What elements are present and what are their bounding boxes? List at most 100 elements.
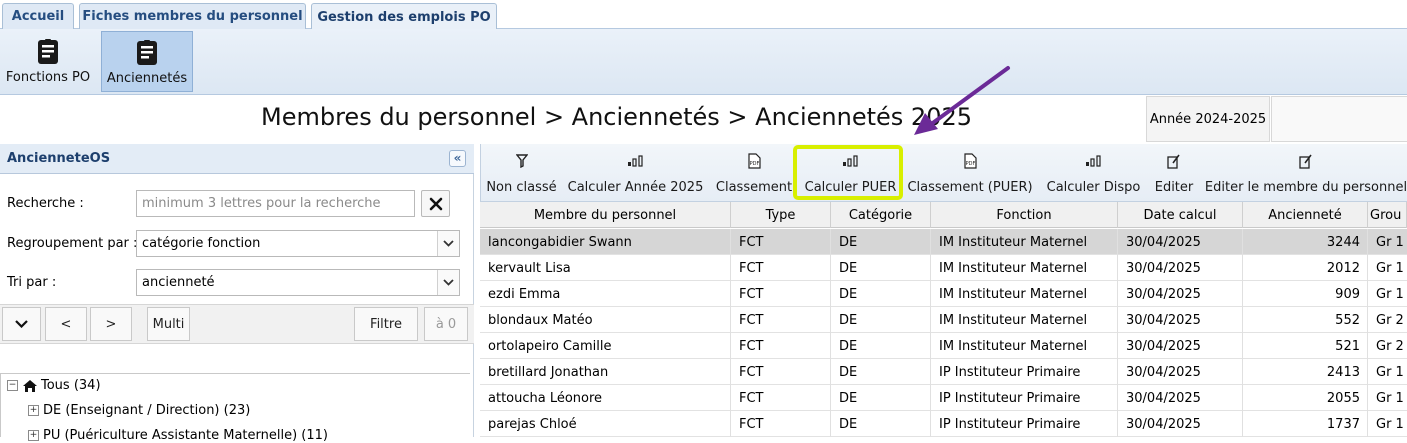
clear-search-button[interactable] bbox=[421, 190, 450, 217]
table-cell: 552 bbox=[1243, 307, 1368, 333]
table-cell: 2413 bbox=[1243, 359, 1368, 385]
editer-membre-button[interactable]: Editer le membre du personnel bbox=[1205, 144, 1407, 202]
calculer-annee-button[interactable]: Calculer Année 2025 bbox=[567, 144, 704, 202]
table-cell: 2012 bbox=[1243, 255, 1368, 281]
column-header[interactable]: Type bbox=[731, 202, 831, 228]
tree-node-label: Tous (34) bbox=[41, 378, 101, 393]
table-row[interactable]: lancongabidier Swann FCT DE IM Instituteur … bbox=[480, 229, 1407, 255]
table-cell: IM Instituteur Maternel bbox=[931, 281, 1118, 307]
table-cell: Gr 2 bbox=[1376, 312, 1404, 328]
tab-gestion-emplois[interactable]: Gestion des emplois PO bbox=[311, 3, 497, 30]
table-cell: 30/04/2025 bbox=[1118, 307, 1243, 333]
svg-text:PDF: PDF bbox=[965, 161, 975, 167]
table-row[interactable]: parejas Chloé FCT DE IP Instituteur Primair… bbox=[480, 411, 1407, 437]
group-select[interactable]: catégorie fonction bbox=[136, 230, 460, 257]
search-label: Recherche : bbox=[7, 196, 84, 211]
tab-accueil[interactable]: Accueil bbox=[2, 3, 74, 29]
calculer-dispo-label: Calculer Dispo bbox=[1046, 180, 1141, 195]
classement-puer-button[interactable]: PDF Classement (PUER) bbox=[907, 144, 1033, 202]
column-header[interactable]: Fonction bbox=[931, 202, 1118, 228]
table-cell: Gr 2 bbox=[1376, 338, 1404, 354]
ribbon-anciennetes-button[interactable]: Anciennetés bbox=[101, 31, 193, 92]
collapse-icon[interactable]: « bbox=[449, 150, 466, 167]
previous-button[interactable]: < bbox=[45, 307, 87, 341]
expand-toggle-icon[interactable]: + bbox=[28, 430, 39, 441]
table-cell: 909 bbox=[1243, 281, 1368, 307]
column-header[interactable]: Ancienneté bbox=[1243, 202, 1368, 228]
pdf-icon: PDF bbox=[963, 153, 977, 169]
year-button[interactable]: Année 2024-2025 bbox=[1146, 96, 1270, 142]
table-cell: 1737 bbox=[1243, 411, 1368, 437]
expand-all-button[interactable] bbox=[2, 307, 41, 341]
calculer-annee-label: Calculer Année 2025 bbox=[567, 180, 704, 195]
tree-node-pu[interactable]: + PU (Puériculture Assistante Maternelle… bbox=[28, 428, 328, 443]
table-row[interactable]: ortolapeiro Camille FCT DE IM Instituteur M… bbox=[480, 333, 1407, 359]
filter-icon bbox=[515, 153, 528, 169]
collapse-toggle-icon[interactable]: − bbox=[7, 380, 18, 391]
table-cell: 30/04/2025 bbox=[1118, 229, 1243, 255]
chevron-down-icon[interactable] bbox=[437, 270, 459, 295]
table-row[interactable]: kervault Lisa FCT DE IM Instituteur Materne… bbox=[480, 255, 1407, 281]
table-cell: DE bbox=[831, 281, 931, 307]
left-panel-header: AncienneteOS « bbox=[0, 144, 474, 174]
column-header[interactable]: Date calcul bbox=[1118, 202, 1243, 228]
table-cell: DE bbox=[831, 385, 931, 411]
table-row[interactable]: blondaux Matéo FCT DE IM Instituteur Matern… bbox=[480, 307, 1407, 333]
document-list-icon bbox=[136, 40, 158, 66]
table-cell: IM Instituteur Maternel bbox=[931, 229, 1118, 255]
table-row[interactable]: ezdi Emma FCT DE IM Instituteur Maternel 30/… bbox=[480, 281, 1407, 307]
table-cell: IM Instituteur Maternel bbox=[931, 333, 1118, 359]
column-header[interactable]: Grou bbox=[1368, 202, 1407, 228]
search-placeholder: minimum 3 lettres pour la recherche bbox=[142, 196, 381, 211]
table-cell: Gr 1 bbox=[1376, 286, 1404, 302]
search-input[interactable]: minimum 3 lettres pour la recherche bbox=[136, 190, 415, 217]
bar-chart-icon bbox=[1085, 153, 1103, 169]
table-cell: FCT bbox=[731, 333, 831, 359]
chevron-down-icon bbox=[15, 320, 28, 328]
table-cell: 3244 bbox=[1243, 229, 1368, 255]
table-row[interactable]: attoucha Léonore FCT DE IP Instituteur Prim… bbox=[480, 385, 1407, 411]
list-navigation-bar: < > Multi Filtre à 0 bbox=[0, 304, 474, 344]
ribbon-fonctions-po-button[interactable]: Fonctions PO bbox=[4, 31, 92, 92]
table-cell: DE bbox=[831, 307, 931, 333]
multi-button[interactable]: Multi bbox=[147, 307, 190, 341]
expand-toggle-icon[interactable]: + bbox=[28, 405, 39, 416]
ribbon-fonctions-po-label: Fonctions PO bbox=[5, 70, 91, 85]
table-cell: 30/04/2025 bbox=[1118, 411, 1243, 437]
editer-label: Editer bbox=[1154, 180, 1194, 195]
table-cell: DE bbox=[831, 333, 931, 359]
table-cell: 30/04/2025 bbox=[1118, 385, 1243, 411]
table-cell: FCT bbox=[731, 385, 831, 411]
calculer-dispo-button[interactable]: Calculer Dispo bbox=[1046, 144, 1141, 202]
table-cell: ortolapeiro Camille bbox=[480, 333, 731, 359]
editer-button[interactable]: Editer bbox=[1150, 144, 1198, 202]
table-cell: FCT bbox=[731, 255, 831, 281]
pdf-icon: PDF bbox=[747, 153, 761, 169]
reset-filter-button[interactable]: à 0 bbox=[424, 307, 468, 341]
tab-fiches-membres[interactable]: Fiches membres du personnel bbox=[79, 3, 306, 29]
tree-node-de[interactable]: + DE (Enseignant / Direction) (23) bbox=[28, 403, 250, 418]
tree-node-tous[interactable]: − Tous (34) bbox=[7, 378, 101, 393]
next-button[interactable]: > bbox=[90, 307, 132, 341]
table-cell: Gr 1 bbox=[1376, 364, 1404, 380]
classement-label: Classement bbox=[715, 180, 793, 195]
chevron-down-icon[interactable] bbox=[437, 231, 459, 256]
non-classe-button[interactable]: Non classé bbox=[485, 144, 558, 202]
table-cell: Gr 1 bbox=[1376, 260, 1404, 276]
table-cell: bretillard Jonathan bbox=[480, 359, 731, 385]
breadcrumb: Membres du personnel > Anciennetés > Anc… bbox=[261, 103, 972, 131]
table-cell: DE bbox=[831, 255, 931, 281]
table-row[interactable]: bretillard Jonathan FCT DE IP Instituteur P… bbox=[480, 359, 1407, 385]
left-panel: AncienneteOS « Recherche : minimum 3 let… bbox=[0, 144, 474, 443]
classement-button[interactable]: PDF Classement bbox=[714, 144, 794, 202]
table-cell: FCT bbox=[731, 411, 831, 437]
sort-select[interactable]: ancienneté bbox=[136, 269, 460, 296]
filter-button[interactable]: Filtre bbox=[354, 307, 418, 341]
table-cell: 2055 bbox=[1243, 385, 1368, 411]
column-header[interactable]: Catégorie bbox=[831, 202, 931, 228]
table-cell: FCT bbox=[731, 307, 831, 333]
calculer-puer-button[interactable]: Calculer PUER bbox=[803, 144, 898, 202]
column-header[interactable]: Membre du personnel bbox=[480, 202, 731, 228]
table-cell: FCT bbox=[731, 359, 831, 385]
table-cell: IM Instituteur Maternel bbox=[931, 255, 1118, 281]
